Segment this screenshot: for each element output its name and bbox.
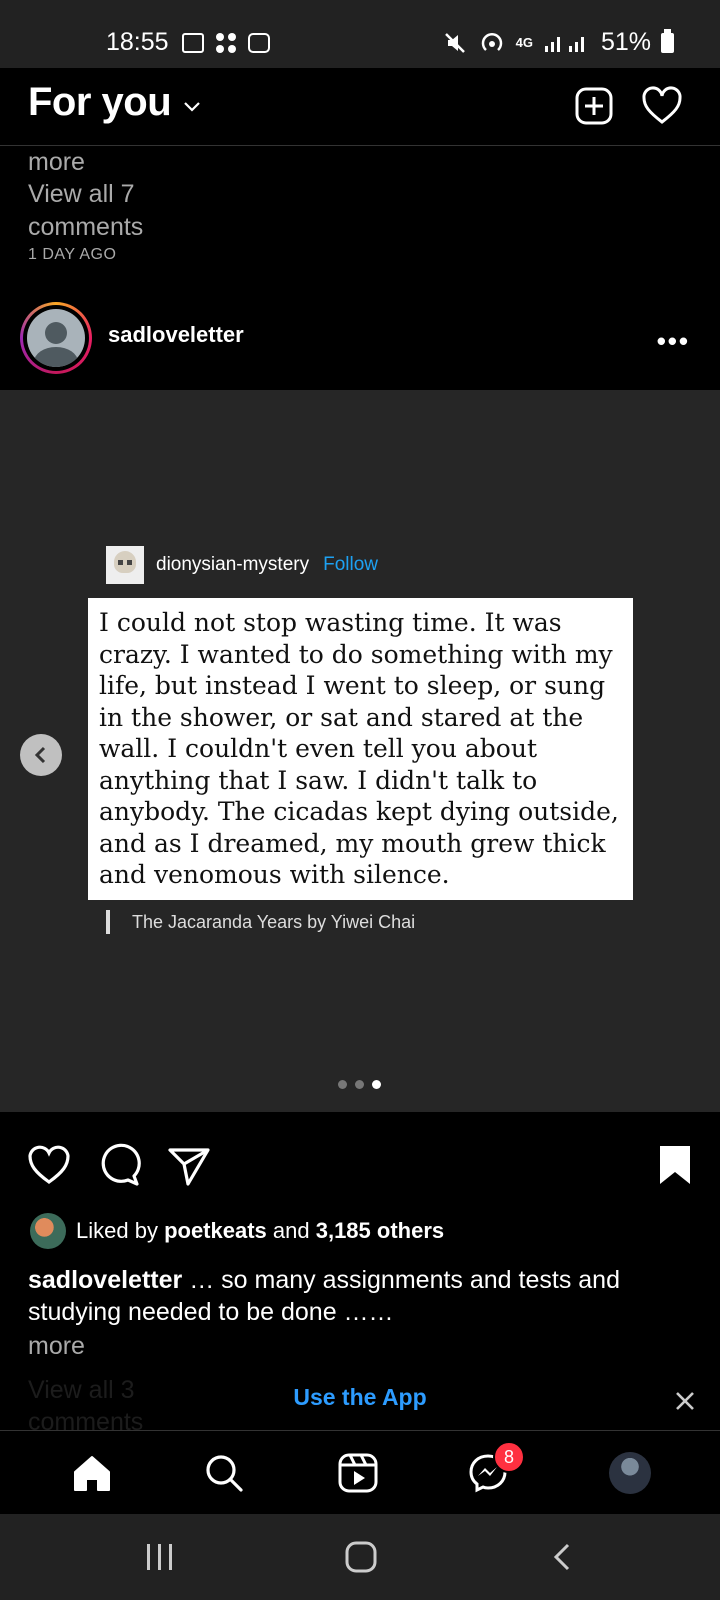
close-icon[interactable] bbox=[670, 1386, 700, 1416]
activity-button[interactable] bbox=[640, 84, 684, 128]
carousel-dots bbox=[338, 1080, 381, 1089]
nav-profile[interactable] bbox=[606, 1449, 654, 1497]
use-the-app-link[interactable]: Use the App bbox=[0, 1384, 720, 1411]
battery-icon bbox=[661, 28, 674, 53]
caption-more-link[interactable]: more bbox=[28, 1332, 85, 1361]
quote-username: dionysian-mystery bbox=[156, 554, 310, 575]
source-text: The Jacaranda Years by Yiwei Chai bbox=[132, 911, 416, 932]
share-send-icon[interactable] bbox=[166, 1142, 212, 1188]
likes-row[interactable]: Liked by poetkeats and 3,185 others bbox=[30, 1213, 444, 1249]
post-caption: sadloveletter … so many assignments and … bbox=[28, 1264, 688, 1328]
chevron-left-icon bbox=[34, 746, 46, 764]
messenger-badge: 8 bbox=[493, 1441, 525, 1473]
nav-search[interactable] bbox=[200, 1449, 248, 1497]
home-icon bbox=[74, 1456, 110, 1491]
previous-more-link[interactable]: more bbox=[28, 146, 228, 178]
post-username[interactable]: sadloveletter bbox=[108, 322, 244, 348]
notification-icons bbox=[182, 32, 270, 54]
story-ring-avatar[interactable] bbox=[20, 302, 92, 374]
quote-header: dionysian-mystery Follow bbox=[106, 546, 378, 584]
recent-apps-icon[interactable] bbox=[144, 1542, 176, 1572]
carousel-dot-active bbox=[372, 1080, 381, 1089]
carousel-dot bbox=[338, 1080, 347, 1089]
carousel-dot bbox=[355, 1080, 364, 1089]
quote-text: I could not stop wasting time. It was cr… bbox=[88, 598, 633, 900]
home-button-icon[interactable] bbox=[344, 1540, 378, 1574]
nav-home[interactable] bbox=[68, 1449, 116, 1497]
system-nav-bar bbox=[0, 1514, 720, 1600]
comment-icon[interactable] bbox=[96, 1142, 142, 1188]
bottom-nav: 8 bbox=[0, 1430, 720, 1514]
post-media[interactable]: dionysian-mystery Follow I could not sto… bbox=[0, 390, 720, 1112]
source-bar bbox=[106, 910, 110, 934]
quote-source: The Jacaranda Years by Yiwei Chai bbox=[106, 910, 415, 934]
chevron-down-icon[interactable] bbox=[182, 96, 202, 116]
new-post-button[interactable] bbox=[572, 84, 616, 128]
app-notification-icon bbox=[216, 33, 236, 53]
back-icon[interactable] bbox=[550, 1542, 576, 1572]
screen-record-icon bbox=[248, 33, 270, 53]
top-header: For you bbox=[0, 68, 720, 146]
heart-icon bbox=[642, 86, 682, 124]
network-type: 4G bbox=[515, 35, 533, 50]
likes-prefix: Liked by bbox=[76, 1218, 165, 1243]
battery-percent: 51% bbox=[600, 28, 651, 56]
nav-reels[interactable] bbox=[334, 1449, 382, 1497]
avatar bbox=[27, 309, 85, 367]
carousel-prev-button[interactable] bbox=[20, 734, 62, 776]
search-icon bbox=[206, 1455, 243, 1492]
likes-middle: and bbox=[266, 1218, 316, 1243]
likes-user[interactable]: poetkeats bbox=[164, 1218, 267, 1244]
caption-username[interactable]: sadloveletter bbox=[28, 1266, 182, 1294]
gallery-notification-icon bbox=[182, 33, 204, 53]
quote-follow-label: Follow bbox=[323, 554, 379, 575]
liker-avatar bbox=[30, 1213, 66, 1249]
signal-icon bbox=[544, 36, 584, 52]
mute-icon bbox=[444, 32, 465, 53]
post-actions bbox=[0, 1112, 720, 1202]
skull-avatar bbox=[106, 546, 144, 584]
status-right: 4G 51% bbox=[442, 28, 674, 57]
status-bar: 18:55 4G 51% bbox=[0, 0, 720, 68]
post-header: sadloveletter ••• bbox=[0, 290, 720, 390]
profile-avatar bbox=[609, 1452, 651, 1494]
new-post-icon bbox=[575, 87, 613, 125]
previous-post-footer: more View all 7 comments 1 DAY AGO bbox=[28, 146, 228, 264]
previous-view-comments-link[interactable]: View all 7 comments bbox=[28, 178, 228, 244]
like-heart-icon[interactable] bbox=[26, 1142, 72, 1188]
feed-title[interactable]: For you bbox=[28, 80, 172, 125]
more-options-icon[interactable]: ••• bbox=[657, 326, 690, 357]
status-time: 18:55 bbox=[106, 28, 169, 56]
likes-others[interactable]: 3,185 others bbox=[316, 1218, 444, 1244]
bookmark-icon[interactable] bbox=[652, 1142, 698, 1188]
hotspot-icon bbox=[481, 32, 502, 51]
previous-post-time: 1 DAY AGO bbox=[28, 246, 117, 263]
reels-icon bbox=[338, 1453, 378, 1493]
